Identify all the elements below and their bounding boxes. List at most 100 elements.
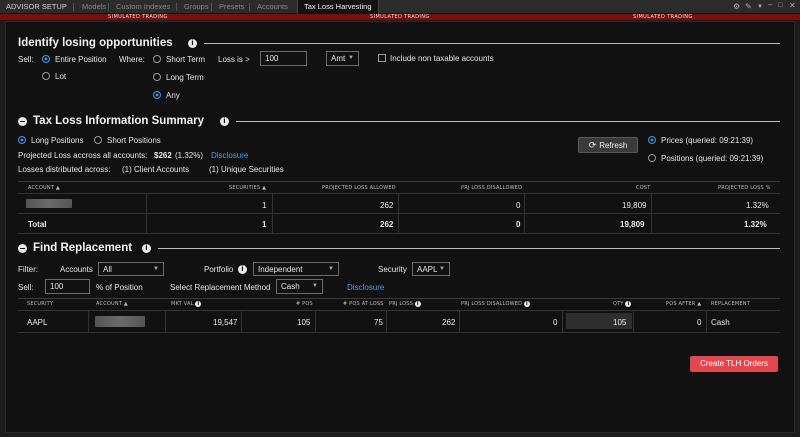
any-term-label: Any: [166, 91, 180, 100]
any-term-radio[interactable]: [153, 91, 161, 99]
sell-lot-radio[interactable]: [42, 72, 50, 80]
pin-icon[interactable]: ✎: [745, 2, 752, 11]
col-cost[interactable]: COST: [636, 185, 650, 191]
col-projected-loss-pct[interactable]: PROJECTED LOSS %: [718, 185, 771, 191]
tab-tax-loss-harvesting[interactable]: Tax Loss Harvesting: [297, 0, 379, 14]
info-icon[interactable]: i: [195, 301, 202, 307]
col-pos-after[interactable]: POS AFTER ▲: [666, 301, 701, 307]
refresh-button[interactable]: ⟳ Refresh: [578, 137, 638, 153]
method-select[interactable]: Cash ▼: [276, 279, 323, 294]
cell-security: AAPL: [27, 318, 48, 327]
col-account[interactable]: ACCOUNT ▲: [28, 185, 60, 191]
column-divider: [562, 310, 563, 332]
info-icon[interactable]: i: [414, 301, 421, 307]
security-select[interactable]: AAPL ▼: [412, 262, 450, 276]
col-security[interactable]: SECURITY: [27, 301, 53, 307]
info-icon[interactable]: i: [523, 301, 530, 307]
info-icon[interactable]: i: [188, 39, 197, 48]
chevron-down-icon: ▼: [153, 266, 159, 272]
info-icon[interactable]: i: [220, 117, 229, 126]
column-label: MKT VAL: [171, 301, 194, 307]
col-account[interactable]: ACCOUNT ▲: [96, 301, 128, 307]
sell-label: Sell:: [18, 55, 34, 64]
col-prj-loss[interactable]: PRJ LOSS i: [389, 301, 421, 307]
tab-divider: [73, 3, 74, 11]
table-header-top-line: [18, 181, 780, 182]
gear-icon[interactable]: ⚙: [733, 2, 740, 11]
portfolio-value: Independent: [258, 265, 303, 274]
short-positions-radio[interactable]: [94, 136, 102, 144]
col-pos[interactable]: # POS: [296, 301, 313, 307]
summary-disclosure-link[interactable]: Disclosure: [211, 151, 248, 160]
col-qty[interactable]: QTY i: [613, 301, 632, 307]
loss-threshold-input[interactable]: 100: [260, 51, 307, 66]
chevron-down-icon: ▼: [328, 266, 334, 272]
long-term-radio[interactable]: [153, 73, 161, 81]
short-term-radio[interactable]: [153, 55, 161, 63]
prices-queried-label: Prices (queried: 09:21:39): [661, 136, 754, 145]
collapse-icon[interactable]: [18, 244, 27, 253]
col-securities[interactable]: SECURITIES ▲: [229, 185, 266, 191]
replacement-disclosure-link[interactable]: Disclosure: [347, 283, 384, 292]
col-replacement[interactable]: REPLACEMENT: [711, 301, 750, 307]
long-positions-radio[interactable]: [18, 136, 26, 144]
info-icon[interactable]: i: [625, 301, 632, 307]
table-bottom-line: [18, 332, 780, 333]
include-nontax-label: Include non taxable accounts: [390, 54, 494, 63]
col-prj-loss-disallowed[interactable]: PRJ LOSS DISALLOWED: [461, 185, 522, 191]
chevron-down-icon: ▼: [439, 266, 445, 272]
tab-custom-indexes[interactable]: Custom Indexes: [110, 0, 176, 14]
total-loss-allowed: 262: [380, 220, 394, 229]
cell-pos-after: 0: [697, 318, 702, 327]
positions-radio[interactable]: [648, 154, 656, 162]
chevron-down-icon[interactable]: ▼: [757, 4, 763, 10]
col-pos-at-loss[interactable]: # POS AT LOSS: [343, 301, 384, 307]
sell-entire-radio[interactable]: [42, 55, 50, 63]
sell-pct-label: Sell:: [18, 283, 34, 292]
create-tlh-orders-button[interactable]: Create TLH Orders: [690, 356, 778, 372]
sell-lot-label: Lot: [55, 72, 67, 81]
short-positions-label: Short Positions: [107, 136, 161, 145]
projected-loss-pct: (1.32%): [175, 151, 204, 160]
portfolio-select[interactable]: Independent ▼: [253, 262, 339, 276]
info-icon[interactable]: i: [142, 244, 151, 253]
info-icon[interactable]: i: [238, 265, 247, 274]
tab-label: Models: [82, 2, 107, 11]
collapse-icon[interactable]: [18, 117, 27, 126]
total-cost: 19,809: [620, 220, 645, 229]
tab-label: Presets: [219, 2, 245, 11]
column-divider: [241, 310, 242, 332]
short-term-label: Short Term: [166, 55, 205, 64]
col-prj-loss-disallowed[interactable]: PRJ LOSS DISALLOWED i: [461, 301, 530, 307]
accounts-filter-select[interactable]: All ▼: [98, 262, 164, 276]
section-divider: [158, 248, 780, 249]
long-term-label: Long Term: [166, 73, 204, 82]
cell-securities: 1: [262, 201, 267, 210]
tab-models[interactable]: Models: [76, 0, 112, 14]
tab-accounts[interactable]: Accounts: [251, 0, 294, 14]
col-projected-loss-allowed[interactable]: PROJECTED LOSS ALLOWED: [322, 185, 396, 191]
maximize-icon[interactable]: □: [778, 2, 782, 9]
tab-advisor-setup[interactable]: ADVISOR SETUP: [0, 0, 73, 14]
accounts-filter-label: Accounts: [60, 265, 93, 274]
prices-radio[interactable]: [648, 136, 656, 144]
tab-groups[interactable]: Groups: [178, 0, 215, 14]
cell-loss-disallowed: 0: [516, 201, 521, 210]
table-row-line: [18, 213, 780, 214]
identify-title: Identify losing opportunities: [18, 37, 173, 49]
sell-pct-input[interactable]: 100: [45, 279, 90, 294]
include-nontax-checkbox[interactable]: [378, 54, 386, 62]
minimize-icon[interactable]: –: [768, 0, 772, 9]
tab-divider: [211, 3, 212, 11]
column-divider: [706, 310, 707, 332]
close-icon[interactable]: ✕: [789, 1, 796, 10]
cell-replacement: Cash: [711, 318, 730, 327]
column-divider: [386, 310, 387, 332]
col-mkt-val[interactable]: MKT VAL i: [171, 301, 202, 307]
tab-presets[interactable]: Presets: [213, 0, 250, 14]
positions-queried-label: Positions (queried: 09:21:39): [661, 154, 764, 163]
cell-mkt-val: 19,547: [213, 318, 238, 327]
loss-unit-select[interactable]: Amt ▼: [326, 51, 359, 66]
section-divider: [204, 43, 780, 44]
cell-pos: 105: [297, 318, 311, 327]
